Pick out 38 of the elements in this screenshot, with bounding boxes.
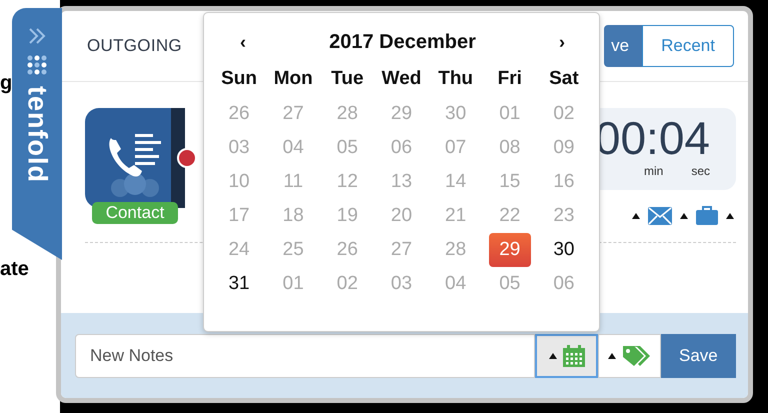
- briefcase-icon[interactable]: [696, 206, 718, 225]
- weekday-label: Sun: [221, 67, 258, 91]
- tag-button[interactable]: [598, 334, 661, 378]
- timer-unit: sec: [691, 164, 710, 178]
- caret-icon: [608, 352, 616, 358]
- caret-icon: [548, 352, 556, 358]
- caret-icon[interactable]: [632, 212, 640, 218]
- call-direction-label: OUTGOING: [87, 36, 182, 56]
- weekday-label: Sat: [549, 67, 579, 91]
- caret-icon[interactable]: [726, 212, 734, 218]
- next-month-button[interactable]: ›: [555, 32, 569, 52]
- calendar-day[interactable]: 29: [488, 233, 531, 267]
- weekday-label: Mon: [274, 67, 313, 91]
- calendar-day[interactable]: 31: [218, 267, 260, 301]
- contact-badge: Contact: [92, 202, 178, 224]
- envelope-icon[interactable]: [648, 206, 672, 224]
- timer-unit: min: [644, 164, 664, 178]
- save-button[interactable]: Save: [661, 334, 736, 378]
- weekday-label: Tue: [331, 67, 364, 91]
- tags-icon: [622, 344, 652, 368]
- tab[interactable]: Recent: [642, 25, 734, 67]
- notes-field[interactable]: New Notes: [75, 334, 535, 378]
- tab[interactable]: ve: [604, 25, 642, 67]
- dots-logo-icon: [26, 54, 48, 76]
- phone-book-icon[interactable]: [85, 108, 185, 208]
- chevron-icon[interactable]: [27, 28, 47, 44]
- page-text-fragment: g: [0, 72, 12, 95]
- calendar-day[interactable]: 30: [542, 233, 585, 267]
- caret-icon[interactable]: [680, 212, 688, 218]
- page-text-fragment: ate: [0, 258, 29, 281]
- weekday-label: Wed: [382, 67, 422, 91]
- weekday-label: Fri: [498, 67, 522, 91]
- calendar-icon: [562, 344, 584, 366]
- previous-month-button[interactable]: ‹: [236, 32, 250, 52]
- month-title: 2017 December: [329, 30, 476, 54]
- calendar-button[interactable]: [535, 334, 598, 378]
- weekday-label: Thu: [438, 67, 474, 91]
- brand-logo: tenfold: [22, 86, 52, 183]
